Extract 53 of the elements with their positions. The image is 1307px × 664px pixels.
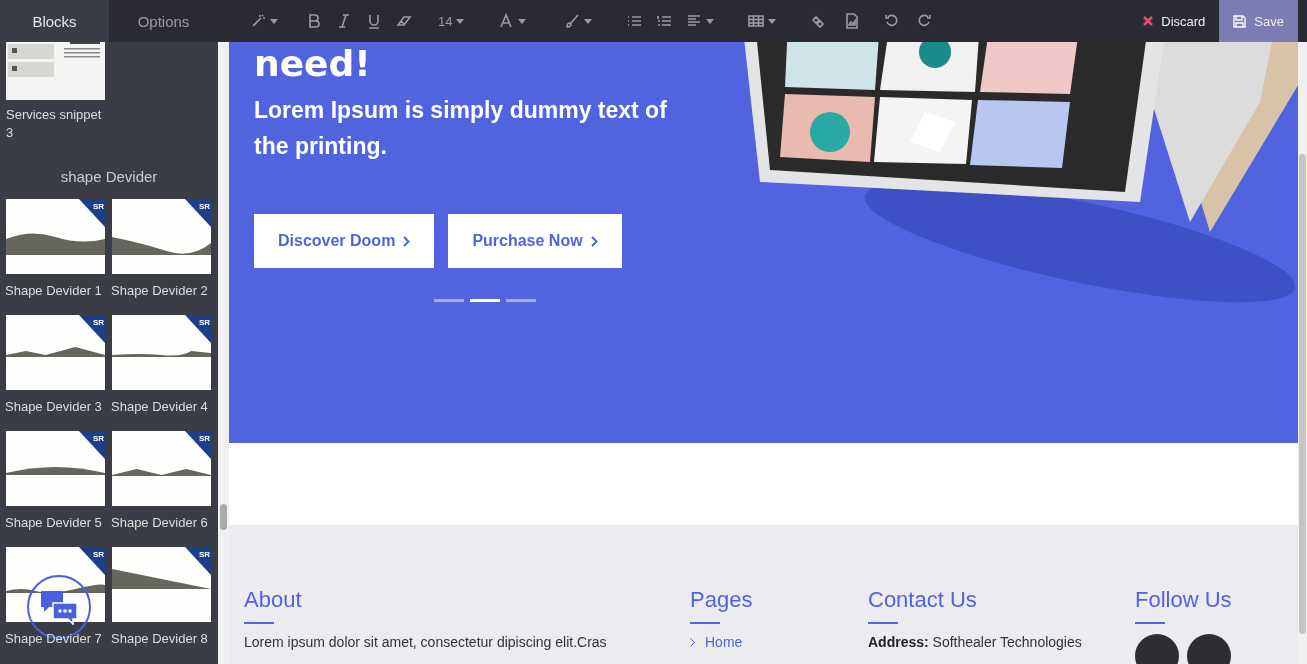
chevron-icon (690, 637, 695, 647)
footer-heading: Pages (690, 587, 754, 613)
divider-label: Shape Devider 8 (111, 630, 209, 648)
hero-button[interactable]: Discover Doom (254, 214, 435, 268)
caret-icon[interactable] (768, 18, 777, 24)
chat-icon (39, 589, 79, 625)
hero-button[interactable]: Purchase Now (448, 214, 622, 268)
brush-icon[interactable] (564, 13, 581, 29)
font-color-icon[interactable] (498, 13, 515, 29)
divider-label: Shape Devider 3 (5, 398, 103, 416)
footer-text: Lorem ipsum dolor sit amet, consectetur dipiscing elit.Cras (244, 634, 608, 650)
divider-label: Shape Devider 6 (111, 514, 209, 532)
section-title: shape Devider (59, 168, 159, 185)
close-icon (1143, 16, 1154, 26)
snippet-label: Services snippet 3 (6, 106, 103, 142)
footer-heading: Follow Us (1135, 587, 1233, 613)
magic-wand-icon[interactable] (250, 13, 266, 29)
editor-tab[interactable]: Blocks (0, 0, 109, 42)
bullet-list-icon[interactable] (626, 13, 643, 29)
bold-icon[interactable] (306, 13, 322, 29)
align-left-icon[interactable] (686, 13, 703, 29)
link-icon[interactable] (810, 13, 827, 29)
hero-subtitle: Lorem Ipsum is simply dummy text of the printing. (254, 96, 668, 161)
font-size[interactable]: 14 (438, 13, 453, 29)
discard-button[interactable]: Discard (1129, 0, 1220, 42)
chevron-icon (590, 235, 598, 247)
divider-label: Shape Devider 1 (5, 282, 103, 300)
divider-label: Shape Devider 2 (111, 282, 209, 300)
chevron-icon (403, 235, 411, 247)
redo-icon[interactable] (916, 13, 933, 29)
table-icon[interactable] (748, 13, 765, 29)
italic-icon[interactable] (336, 13, 352, 29)
caret-icon[interactable] (270, 18, 278, 24)
footer-heading: Contact Us (868, 587, 978, 613)
snippet-thumbnail[interactable] (6, 42, 105, 100)
footer-heading: About (244, 587, 303, 613)
scrollbar-thumb[interactable] (1299, 154, 1306, 634)
image-icon[interactable] (844, 13, 861, 29)
editor-tab[interactable]: Options (109, 0, 218, 42)
numbered-list-icon[interactable] (656, 13, 673, 29)
eraser-icon[interactable] (396, 13, 412, 29)
scrollbar-thumb[interactable] (220, 504, 227, 530)
hero-heading: need! (254, 44, 372, 84)
caret-icon[interactable] (706, 18, 715, 24)
caret-icon[interactable] (456, 18, 465, 24)
footer-link[interactable]: Home (690, 634, 868, 650)
caret-icon[interactable] (518, 18, 527, 24)
caret-icon[interactable] (584, 18, 593, 24)
underline-icon[interactable] (366, 13, 382, 29)
divider-label: Shape Devider 5 (5, 514, 103, 532)
footer-text: Address: Softhealer Technologies (868, 634, 1083, 650)
divider-label: Shape Devider 4 (111, 398, 209, 416)
slide-indicator[interactable] (469, 299, 500, 302)
